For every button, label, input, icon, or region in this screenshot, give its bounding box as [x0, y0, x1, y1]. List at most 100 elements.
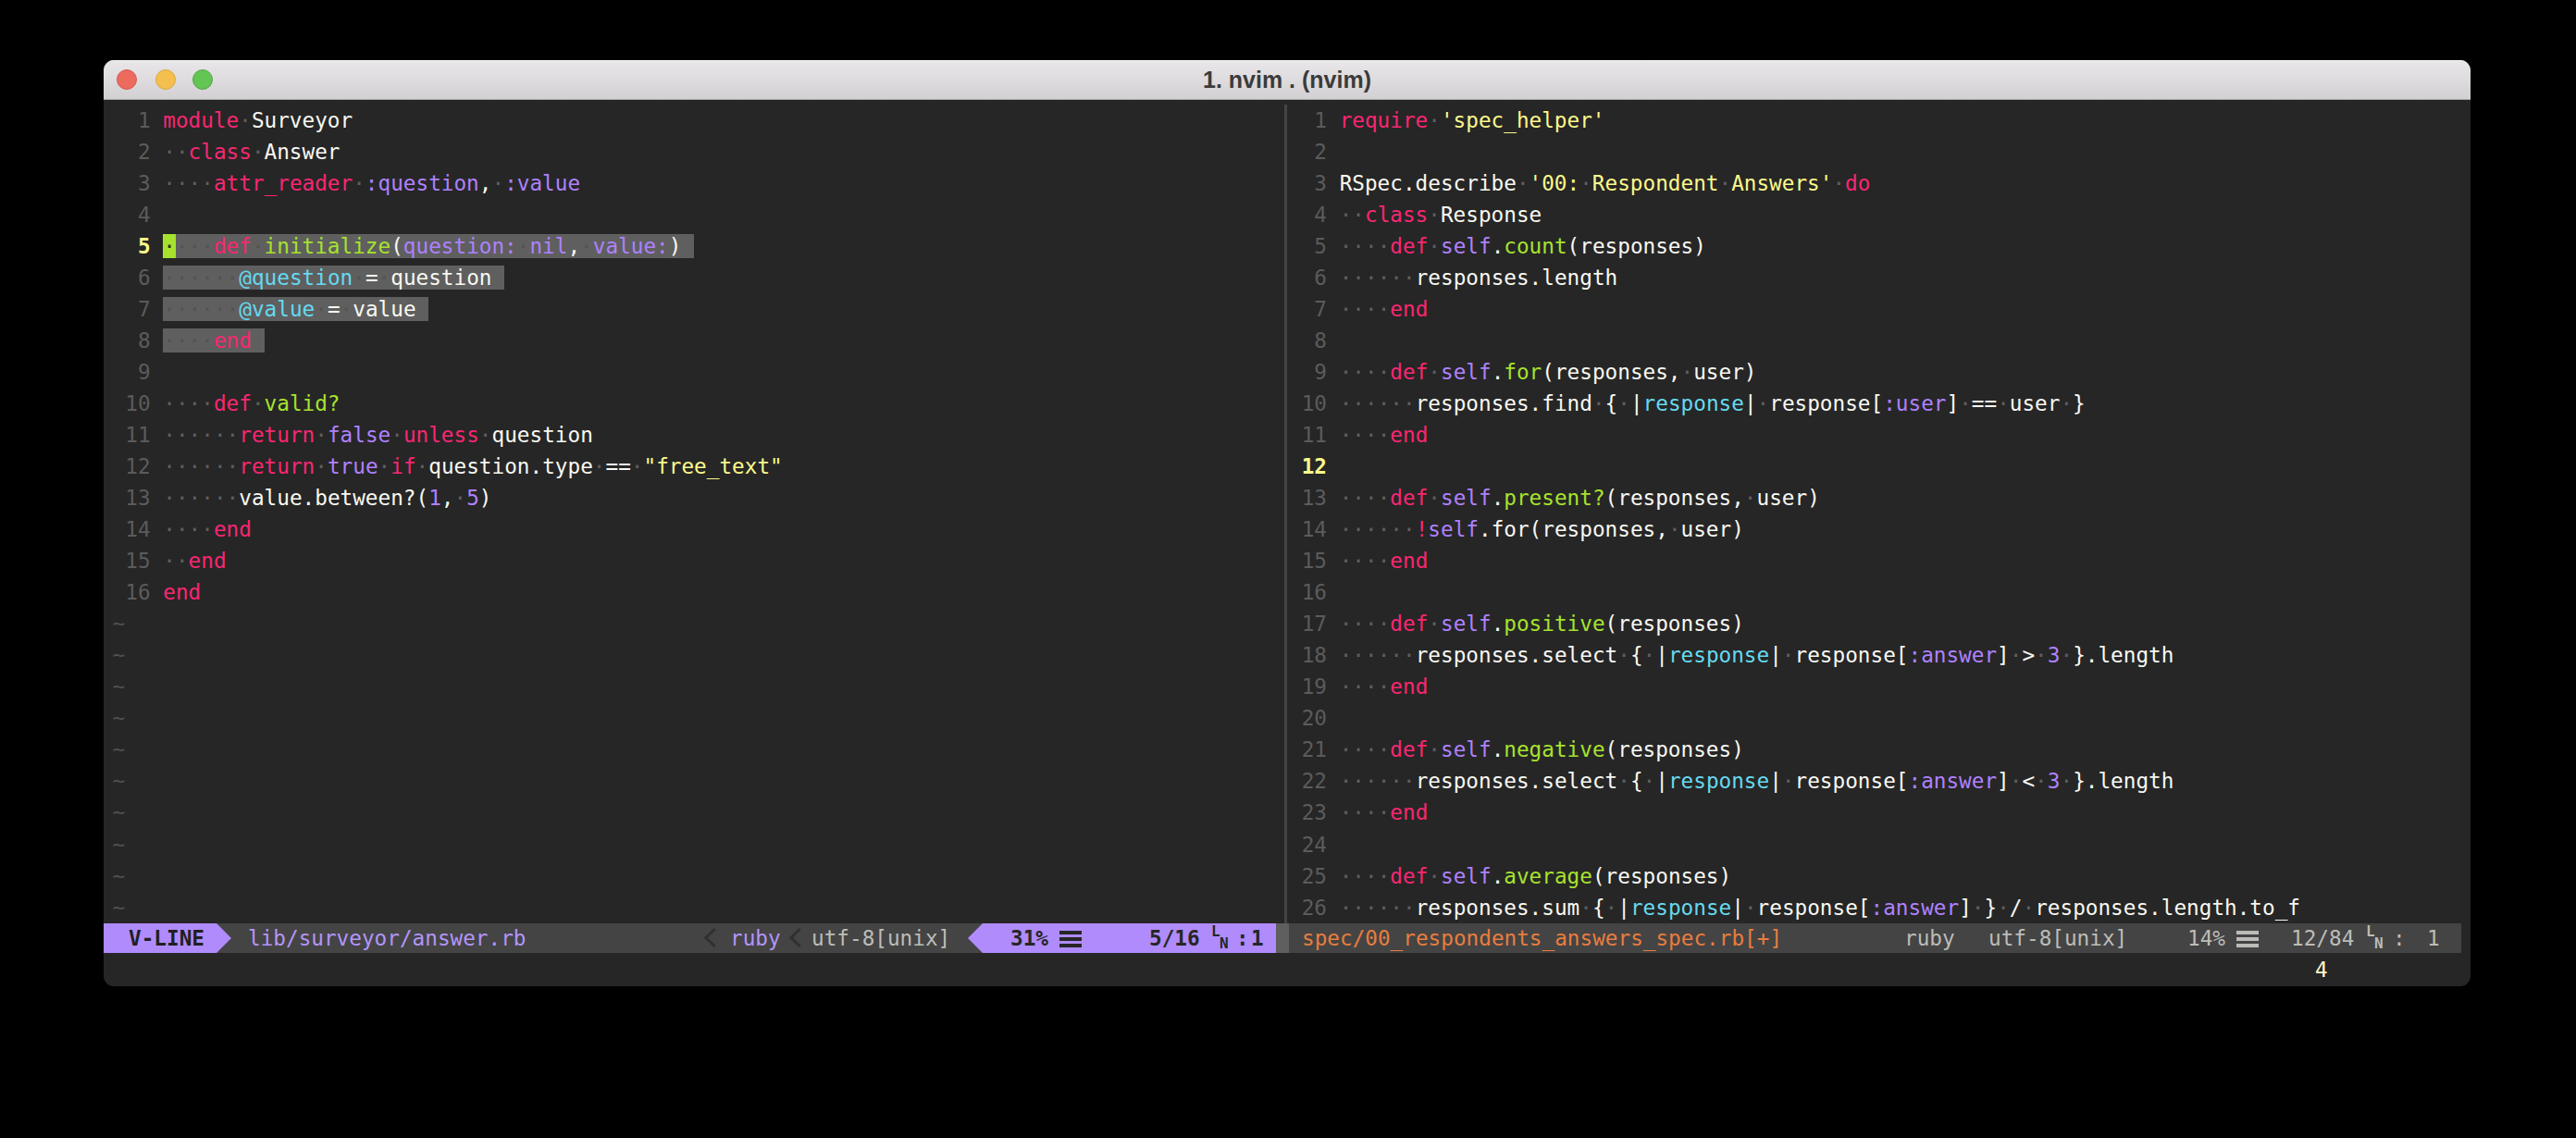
code-line: 1 module·Surveyor — [113, 105, 1277, 136]
code-line: 5 ····def·initialize(question:·nil,·valu… — [113, 230, 1277, 262]
linenr-symbol-icon: LN — [1210, 923, 1231, 953]
code-line: 10 ······responses.find·{·|response|·res… — [1289, 388, 2471, 419]
line-number: 9 — [1289, 360, 1340, 384]
empty-line-tilde: ~ — [113, 734, 1277, 765]
line-number: 11 — [113, 423, 164, 447]
filetype-left: ruby — [730, 923, 781, 953]
code-line: 22 ······responses.select·{·|response|·r… — [1289, 765, 2471, 797]
colon-separator: : — [1236, 923, 1249, 953]
code-line: 15 ····end — [1289, 545, 2471, 576]
filetype-right: ruby — [1904, 923, 1955, 953]
code-line: 17 ····def·self.positive(responses) — [1289, 608, 2471, 639]
visual-selection: ······@question·=·question — [163, 266, 504, 290]
empty-line-tilde: ~ — [113, 892, 1277, 923]
position-block: 31% 5/16 LN : 1 — [983, 923, 1276, 953]
line-number: 15 — [113, 549, 164, 573]
scroll-percent-left: 31% — [1010, 923, 1048, 953]
code-line: 23 ····end — [1289, 797, 2471, 828]
line-position-right: 12/84 — [2291, 923, 2354, 953]
code-pane-left[interactable]: 1 module·Surveyor 2 ··class·Answer 3 ···… — [113, 105, 1277, 924]
column-number-right: 1 — [2427, 923, 2440, 953]
statusline-left: V-LINE lib/surveyor/answer.rb ruby utf-8… — [104, 923, 1276, 953]
pending-command-count: 4 — [2315, 953, 2328, 986]
code-line: 4 ··class·Response — [1289, 199, 2471, 230]
line-number: 4 — [1289, 203, 1340, 227]
filename-left: lib/surveyor/answer.rb — [248, 923, 526, 953]
empty-line-tilde: ~ — [113, 829, 1277, 860]
line-number: 3 — [1289, 171, 1340, 195]
empty-line-tilde: ~ — [113, 608, 1277, 639]
title-bar[interactable]: 1. nvim . (nvim) — [104, 60, 2471, 100]
code-line: 11 ····end — [1289, 419, 2471, 451]
powerline-chevron-icon — [704, 928, 724, 947]
colon-separator: : — [2393, 923, 2406, 953]
empty-line-tilde: ~ — [113, 797, 1277, 828]
code-line: 3 ····attr_reader·:question,·:value — [113, 167, 1277, 199]
line-number: 11 — [1289, 423, 1340, 447]
line-number: 16 — [113, 580, 164, 604]
code-line: 12 ······return·true·if·question.type·==… — [113, 451, 1277, 482]
code-line: 5 ····def·self.count(responses) — [1289, 230, 2471, 262]
line-number: 13 — [1289, 486, 1340, 510]
code-line: 6 ······responses.length — [1289, 262, 2471, 293]
code-line: 13 ····def·self.present?(responses,·user… — [1289, 482, 2471, 513]
vertical-split-separator[interactable] — [1284, 105, 1287, 923]
code-line: 14 ······!self.for(responses,·user) — [1289, 513, 2471, 545]
line-number: 8 — [1289, 328, 1340, 353]
line-number: 14 — [1289, 517, 1340, 541]
code-line: 8 — [1289, 325, 2471, 356]
line-number: 21 — [1289, 737, 1340, 761]
visual-selection: ······@value·=·value — [163, 297, 428, 321]
line-number: 4 — [113, 203, 164, 227]
line-number: 16 — [1289, 580, 1340, 604]
powerline-arrow-icon — [968, 923, 983, 953]
code-line: 8 ····end — [113, 325, 1277, 356]
editor-content: 1 module·Surveyor 2 ··class·Answer 3 ···… — [104, 105, 2471, 924]
line-number: 6 — [1289, 266, 1340, 290]
visual-selection: ····def·initialize(question:·nil,·value:… — [163, 234, 694, 258]
code-line: 3 RSpec.describe·'00:·Respondent·Answers… — [1289, 167, 2471, 199]
line-number: 22 — [1289, 769, 1340, 793]
code-line: 13 ······value.between?(1,·5) — [113, 482, 1277, 513]
code-line: 9 — [113, 356, 1277, 388]
code-pane-right[interactable]: 1 require·'spec_helper' 2 3 RSpec.descri… — [1289, 105, 2471, 924]
encoding-right: utf-8[unix] — [1988, 923, 2127, 953]
powerline-chevron-icon — [789, 928, 809, 947]
line-number: 5 — [113, 234, 164, 258]
line-number: 10 — [113, 391, 164, 415]
code-line: 12 — [1289, 451, 2471, 482]
line-number: 23 — [1289, 800, 1340, 824]
command-line[interactable]: 4 — [104, 953, 2471, 986]
terminal-window: 1. nvim . (nvim) 1 module·Surveyor 2 ··c… — [104, 60, 2471, 986]
code-line: 26 ······responses.sum·{·|response|·resp… — [1289, 892, 2471, 923]
powerline-arrow-icon — [217, 923, 231, 953]
code-line: 9 ····def·self.for(responses,·user) — [1289, 356, 2471, 388]
code-line: 2 — [1289, 136, 2471, 167]
line-number: 14 — [113, 517, 164, 541]
code-line: 10 ····def·valid? — [113, 388, 1277, 419]
code-line: 18 ······responses.select·{·|response|·r… — [1289, 639, 2471, 671]
line-number: 1 — [113, 108, 164, 132]
filename-right: spec/00_respondents_answers_spec.rb[+] — [1302, 923, 1782, 953]
empty-line-tilde: ~ — [113, 639, 1277, 671]
line-number: 17 — [1289, 612, 1340, 636]
code-line: 7 ······@value·=·value — [113, 293, 1277, 325]
empty-line-tilde: ~ — [113, 765, 1277, 797]
line-position-left: 5/16 — [1149, 923, 1200, 953]
code-line: 16 — [1289, 576, 2471, 608]
line-number: 15 — [1289, 549, 1340, 573]
window-title: 1. nvim . (nvim) — [104, 60, 2471, 99]
statusline-right: spec/00_respondents_answers_spec.rb[+] r… — [1289, 923, 2461, 953]
line-number: 8 — [113, 328, 164, 353]
line-number: 2 — [113, 140, 164, 164]
cursor-block: · — [163, 234, 176, 258]
code-line: 24 — [1289, 829, 2471, 860]
code-line: 20 — [1289, 702, 2471, 734]
code-line: 14 ····end — [113, 513, 1277, 545]
line-number: 20 — [1289, 706, 1340, 730]
line-number: 19 — [1289, 674, 1340, 699]
empty-line-tilde: ~ — [113, 860, 1277, 892]
code-line: 19 ····end — [1289, 671, 2471, 702]
line-number: 13 — [113, 486, 164, 510]
code-line: 6 ······@question·=·question — [113, 262, 1277, 293]
